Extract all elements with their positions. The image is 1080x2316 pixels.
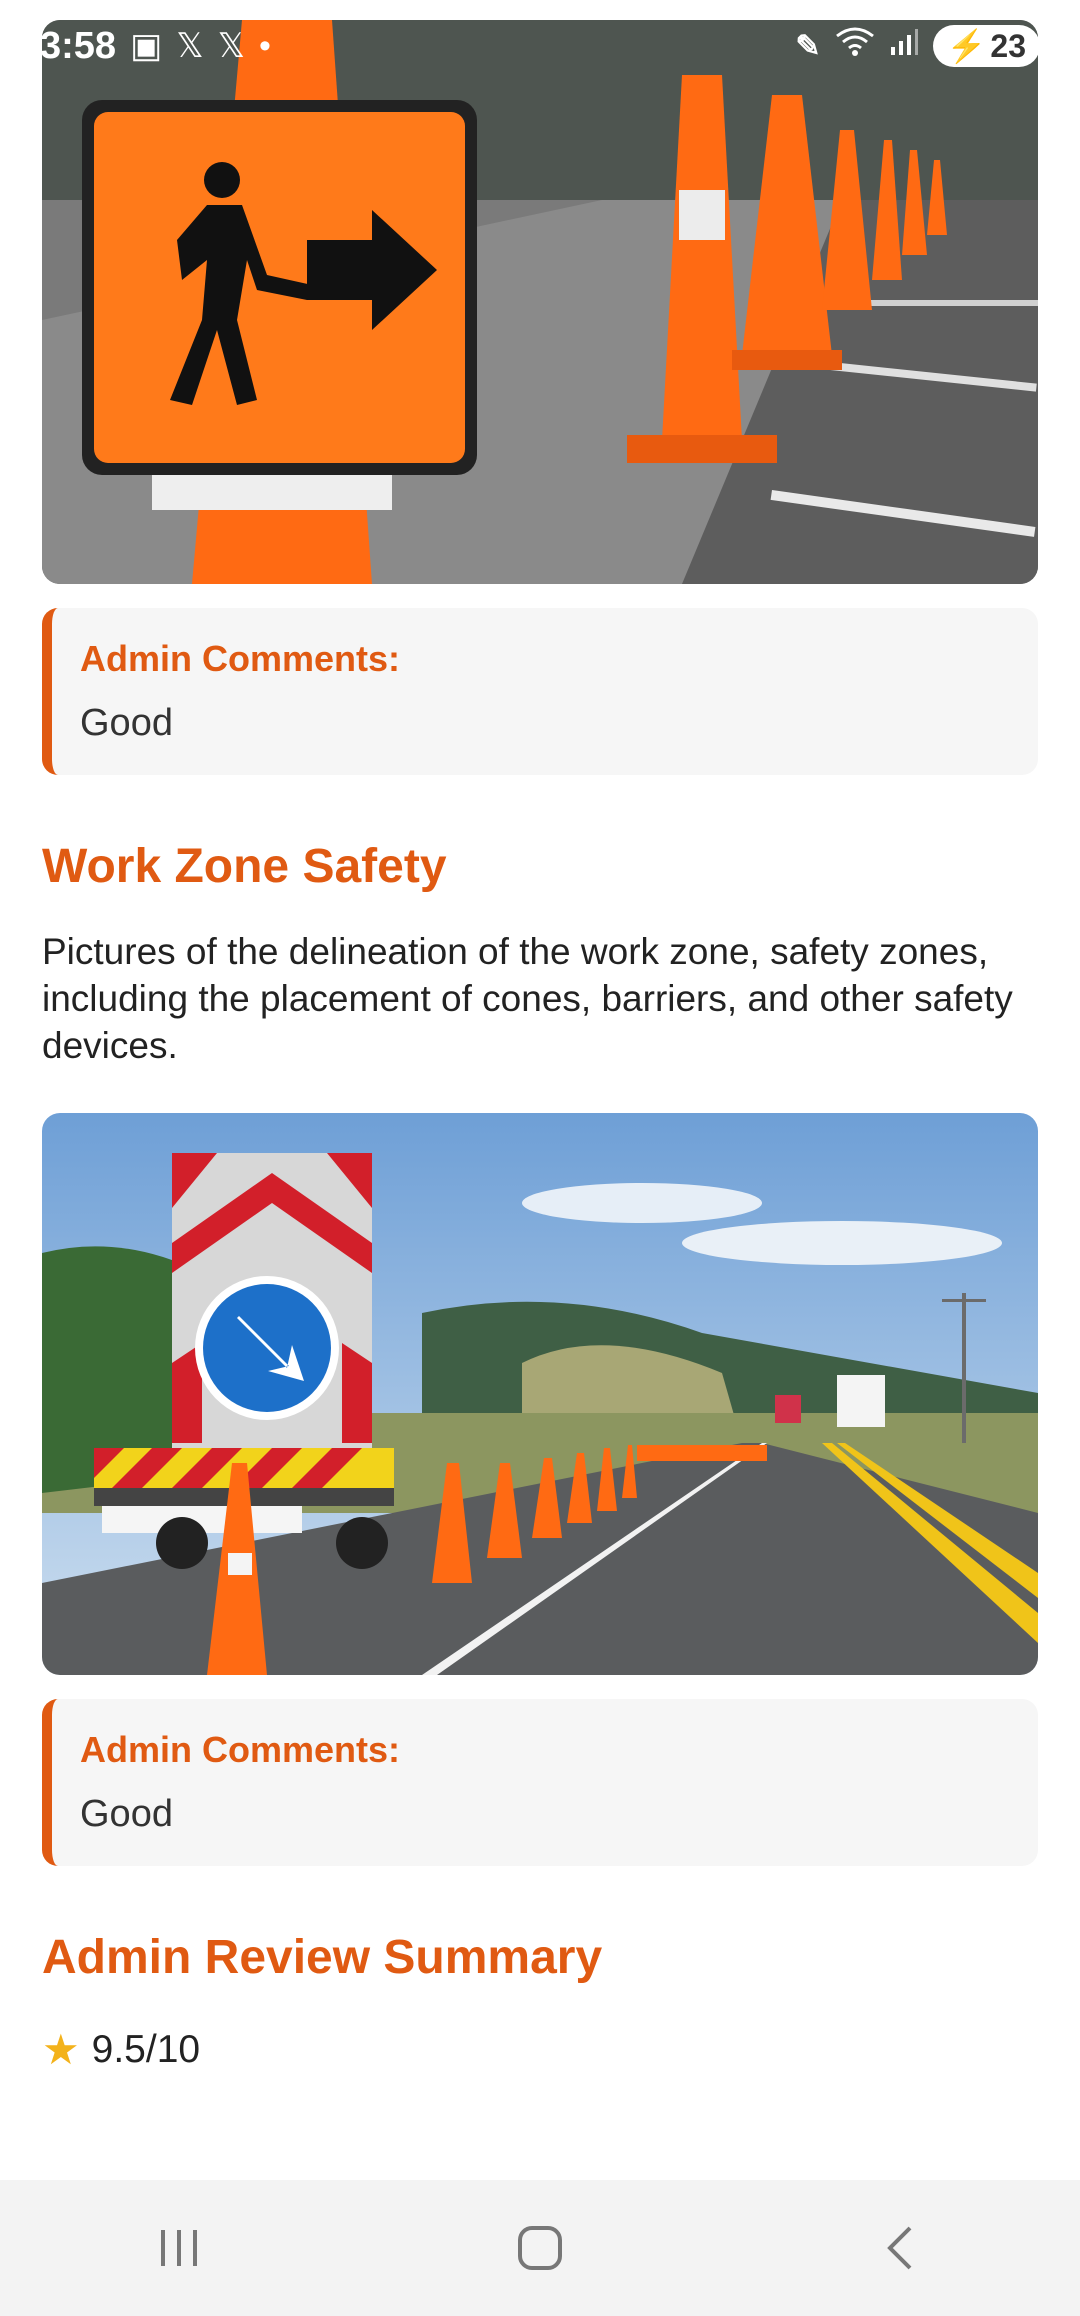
admin-comment-value: Good xyxy=(80,702,173,744)
admin-comment-box: Admin Comments: Good xyxy=(42,608,1038,775)
wifi-icon xyxy=(835,26,875,66)
rating-row: ★ 9.5/10 xyxy=(42,2025,1038,2074)
recents-button[interactable] xyxy=(120,2208,240,2288)
rating-value: 9.5/10 xyxy=(91,2027,201,2071)
section-description: Pictures of the delineation of the work … xyxy=(42,931,1013,1066)
section-photo[interactable] xyxy=(42,1113,1038,1675)
recents-icon xyxy=(161,2230,197,2266)
back-button[interactable] xyxy=(840,2208,960,2288)
x-app-icon: 𝕏 xyxy=(176,27,204,65)
status-bar: 3:58 ▣ 𝕏 𝕏 • ✎ ⚡ 23 xyxy=(40,18,1040,74)
signal-icon xyxy=(889,27,919,65)
summary-title: Admin Review Summary xyxy=(42,1931,603,1984)
home-button[interactable] xyxy=(480,2208,600,2288)
back-icon xyxy=(887,2226,912,2270)
pen-icon: ✎ xyxy=(795,29,821,63)
dot-icon: • xyxy=(259,26,271,65)
home-icon xyxy=(518,2226,562,2270)
star-icon: ★ xyxy=(42,2026,80,2073)
screenshot-icon: ▣ xyxy=(130,27,163,65)
status-time: 3:58 xyxy=(40,24,117,67)
section-comment-value: Good xyxy=(80,1793,173,1835)
bolt-icon: ⚡ xyxy=(946,28,987,64)
system-nav-bar xyxy=(0,2180,1080,2316)
section-comment-label: Admin Comments: xyxy=(80,1729,401,1770)
x-app-icon-2: 𝕏 xyxy=(217,27,245,65)
section-title: Work Zone Safety xyxy=(42,840,447,893)
battery-indicator: ⚡ 23 xyxy=(932,25,1040,67)
section-comment-box: Admin Comments: Good xyxy=(42,1699,1038,1866)
item-photo[interactable] xyxy=(42,20,1038,584)
review-content: Admin Comments: Good Work Zone Safety Pi… xyxy=(42,20,1038,2074)
admin-comment-label: Admin Comments: xyxy=(80,638,401,679)
